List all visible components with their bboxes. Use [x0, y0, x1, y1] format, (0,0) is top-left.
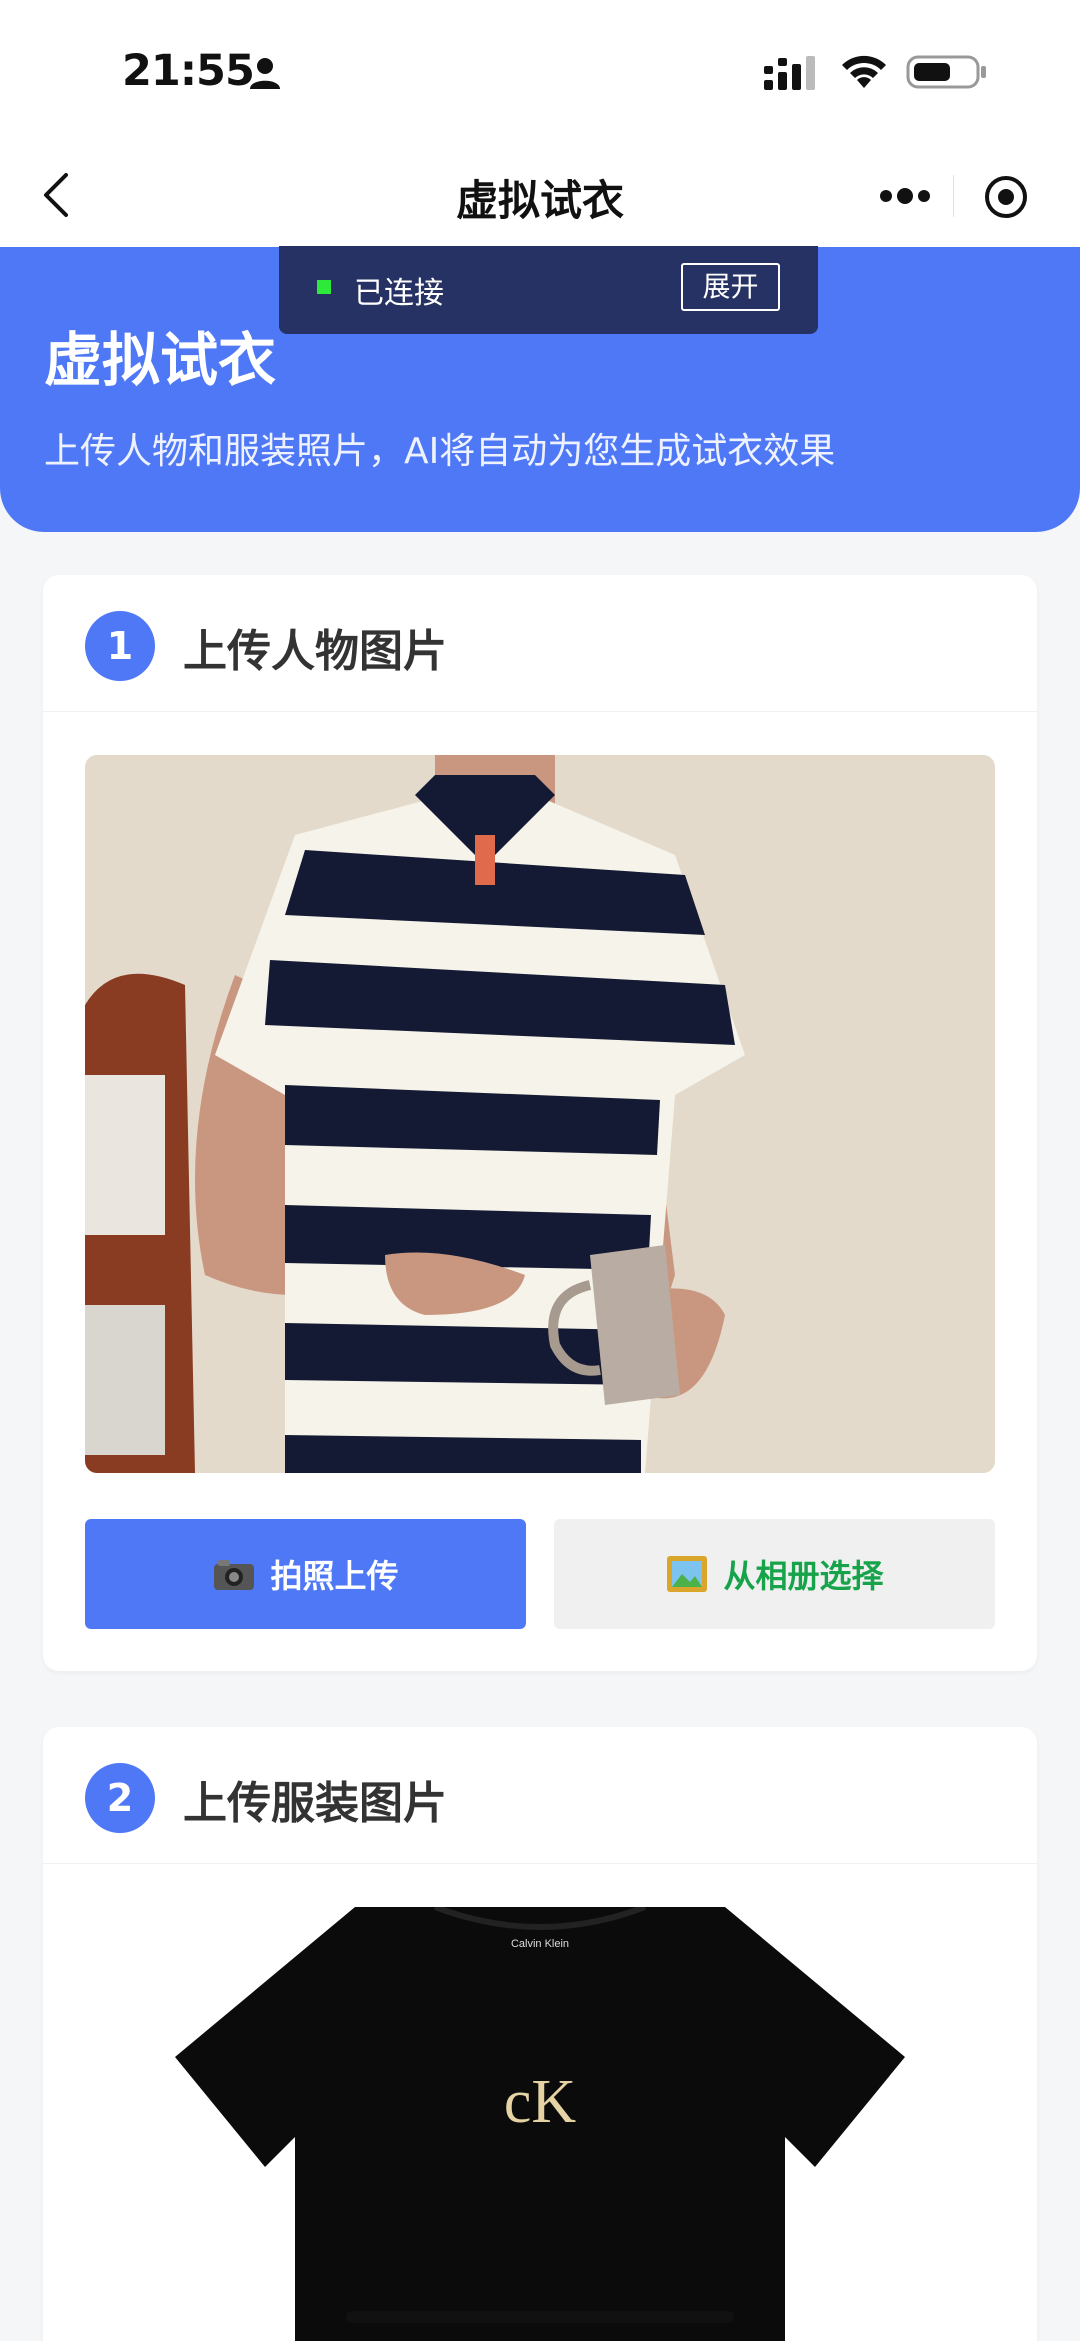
- nav-bar: 虚拟试衣: [0, 145, 1080, 247]
- hero-subtitle: 上传人物和服装照片，AI将自动为您生成试衣效果: [44, 431, 836, 472]
- garment-logo: cK: [504, 2068, 577, 2136]
- card-title: 上传人物图片: [183, 626, 447, 677]
- take-photo-label: 拍照上传: [270, 1557, 399, 1595]
- card-title: 上传服装图片: [183, 1778, 447, 1829]
- person-icon: [250, 58, 280, 89]
- take-photo-button[interactable]: 拍照上传: [85, 1519, 526, 1629]
- step-badge: 2: [85, 1763, 155, 1833]
- signal-icon: [764, 56, 815, 90]
- picture-icon: [667, 1556, 708, 1592]
- card-header: 1 上传人物图片: [43, 575, 1037, 712]
- mini-program-capsule: [848, 155, 1058, 237]
- battery-icon: [906, 55, 986, 89]
- more-icon[interactable]: [878, 185, 932, 207]
- target-icon[interactable]: [984, 175, 1028, 219]
- connection-status-label: 已连接: [354, 276, 444, 311]
- upload-person-card: 1 上传人物图片 拍照上传 从相册选择: [43, 575, 1037, 1671]
- connection-status-bar: 已连接 展开: [279, 246, 818, 334]
- home-indicator: [346, 2311, 734, 2323]
- person-photo[interactable]: [85, 755, 995, 1473]
- status-time: 21:55: [122, 46, 255, 96]
- garment-photo[interactable]: Calvin Klein cK: [85, 1907, 995, 2341]
- capsule-divider: [953, 175, 954, 217]
- card-header: 2 上传服装图片: [43, 1727, 1037, 1864]
- wifi-icon: [842, 55, 886, 88]
- step-badge: 1: [85, 611, 155, 681]
- status-bar: 21:55: [0, 0, 1080, 145]
- connection-indicator: [317, 280, 331, 294]
- garment-brand-label: Calvin Klein: [511, 1938, 569, 1950]
- choose-from-album-label: 从相册选择: [723, 1557, 884, 1595]
- choose-from-album-button[interactable]: 从相册选择: [554, 1519, 995, 1629]
- hero-title: 虚拟试衣: [44, 326, 277, 394]
- expand-button[interactable]: 展开: [681, 263, 780, 311]
- camera-icon: [214, 1560, 255, 1590]
- upload-garment-card: 2 上传服装图片 Calvin Klein cK: [43, 1727, 1037, 2341]
